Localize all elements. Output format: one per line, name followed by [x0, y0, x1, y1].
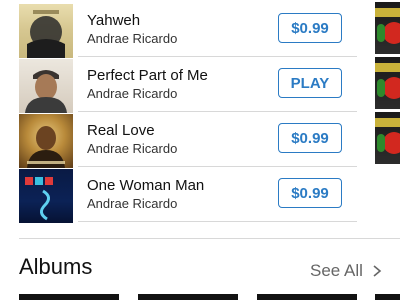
song-title: Perfect Part of Me	[87, 67, 208, 84]
section-title: Albums	[19, 254, 93, 279]
song-title: Yahweh	[87, 12, 141, 29]
row-separator	[78, 221, 357, 222]
adjacent-column-art	[375, 0, 400, 165]
song-artist: Andrae Ricardo	[87, 196, 178, 211]
song-list: Yahweh Andrae Ricardo $0.99 Perfect Part…	[0, 0, 400, 225]
album-thumbnail[interactable]	[375, 294, 400, 300]
album-thumbnail[interactable]	[257, 294, 357, 300]
song-artist: Andrae Ricardo	[87, 31, 178, 46]
chevron-right-icon[interactable]	[370, 264, 384, 278]
album-art	[19, 114, 73, 168]
album-thumbnail[interactable]	[138, 294, 238, 300]
buy-button[interactable]: $0.99	[278, 178, 342, 208]
section-divider	[19, 238, 400, 239]
song-artist: Andrae Ricardo	[87, 86, 178, 101]
album-art	[19, 4, 73, 58]
buy-button[interactable]: $0.99	[278, 123, 342, 153]
album-art[interactable]	[375, 57, 400, 109]
song-artist: Andrae Ricardo	[87, 141, 178, 156]
song-title: One Woman Man	[87, 177, 205, 194]
album-thumbnail[interactable]	[19, 294, 119, 300]
play-button[interactable]: PLAY	[278, 68, 342, 98]
album-art	[19, 169, 73, 223]
see-all-link[interactable]: See All	[310, 261, 363, 281]
album-art[interactable]	[375, 2, 400, 54]
song-row[interactable]: Real Love Andrae Ricardo $0.99	[0, 112, 400, 168]
song-row[interactable]: One Woman Man Andrae Ricardo $0.99	[0, 167, 400, 223]
buy-button[interactable]: $0.99	[278, 13, 342, 43]
song-row[interactable]: Yahweh Andrae Ricardo $0.99	[0, 2, 400, 58]
album-art	[19, 59, 73, 113]
album-art[interactable]	[375, 112, 400, 164]
song-row[interactable]: Perfect Part of Me Andrae Ricardo PLAY	[0, 57, 400, 113]
song-title: Real Love	[87, 122, 155, 139]
